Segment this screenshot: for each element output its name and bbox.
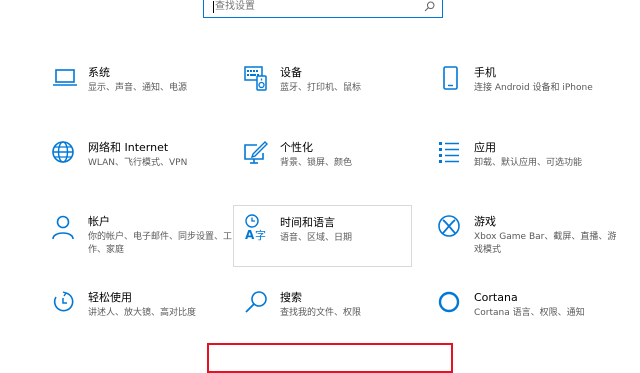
tile-description: Cortana 语言、权限、通知 xyxy=(474,308,585,318)
tile-title: 搜索 xyxy=(280,291,302,304)
tile-description: 讲述人、放大镜、高对比度 xyxy=(88,308,197,318)
laptop-icon xyxy=(53,69,77,86)
tile-title: 网络和 Internet xyxy=(88,141,169,154)
tile-description: 连接 Android 设备和 iPhone xyxy=(474,83,593,93)
tile-devices[interactable]: 设备 蓝牙、打印机、鼠标 xyxy=(244,66,414,124)
tile-gaming[interactable]: 游戏 Xbox Game Bar、截屏、直播、游戏模式 xyxy=(438,215,616,273)
tile-cortana[interactable]: Cortana Cortana 语言、权限、通知 xyxy=(438,291,608,349)
tile-title: 应用 xyxy=(474,141,496,154)
svg-text:A: A xyxy=(245,228,255,242)
highlight-box xyxy=(207,343,453,373)
tile-network-internet[interactable]: 网络和 Internet WLAN、飞行模式、VPN xyxy=(52,141,222,199)
cortana-icon xyxy=(438,291,460,313)
devices-icon xyxy=(244,66,267,91)
time-language-icon: A 字 xyxy=(245,214,266,242)
person-icon xyxy=(52,215,74,240)
tile-title: 轻松使用 xyxy=(88,291,132,304)
tile-title: 设备 xyxy=(280,66,302,79)
tile-description: 卸载、默认应用、可选功能 xyxy=(474,158,583,168)
svg-text:字: 字 xyxy=(255,228,266,242)
tile-description: 查找我的文件、权限 xyxy=(280,308,362,318)
tile-title: 时间和语言 xyxy=(280,216,335,229)
tile-phone[interactable]: 手机 连接 Android 设备和 iPhone xyxy=(438,66,608,124)
tile-title: 游戏 xyxy=(474,215,496,228)
xbox-icon xyxy=(438,215,460,237)
tile-description: 蓝牙、打印机、鼠标 xyxy=(280,83,362,93)
apps-list-icon xyxy=(439,142,459,163)
tile-apps[interactable]: 应用 卸载、默认应用、可选功能 xyxy=(438,141,608,199)
search-placeholder: 查找设置 xyxy=(215,1,255,12)
tile-title: 手机 xyxy=(474,66,496,79)
tile-description: 语音、区域、日期 xyxy=(280,233,353,243)
tile-accounts[interactable]: 帐户 你的帐户、电子邮件、同步设置、工作、家庭 xyxy=(52,215,232,273)
tile-description: 你的帐户、电子邮件、同步设置、工作、家庭 xyxy=(88,232,233,255)
tile-time-language[interactable]: A 字 时间和语言 语音、区域、日期 xyxy=(233,205,412,267)
tile-system[interactable]: 系统 显示、声音、通知、电源 xyxy=(52,66,222,124)
phone-icon xyxy=(443,66,458,90)
tile-ease-of-access[interactable]: 轻松使用 讲述人、放大镜、高对比度 xyxy=(52,291,222,349)
ease-of-access-icon xyxy=(53,291,74,312)
tile-title: Cortana xyxy=(474,291,518,304)
globe-icon xyxy=(52,141,74,163)
tile-title: 帐户 xyxy=(88,215,110,228)
settings-search-box[interactable]: 查找设置 xyxy=(203,0,443,18)
tile-description: 显示、声音、通知、电源 xyxy=(88,83,188,93)
tile-description: WLAN、飞行模式、VPN xyxy=(88,158,188,168)
text-caret xyxy=(213,1,214,13)
search-icon xyxy=(245,291,267,313)
personalization-icon xyxy=(244,141,268,164)
tile-description: 背景、锁屏、颜色 xyxy=(280,158,353,168)
tile-search[interactable]: 搜索 查找我的文件、权限 xyxy=(244,291,414,349)
tile-description: Xbox Game Bar、截屏、直播、游戏模式 xyxy=(474,232,617,255)
tile-title: 系统 xyxy=(88,66,110,79)
search-icon[interactable] xyxy=(423,0,436,13)
tile-personalization[interactable]: 个性化 背景、锁屏、颜色 xyxy=(244,141,414,199)
tile-title: 个性化 xyxy=(280,141,313,154)
